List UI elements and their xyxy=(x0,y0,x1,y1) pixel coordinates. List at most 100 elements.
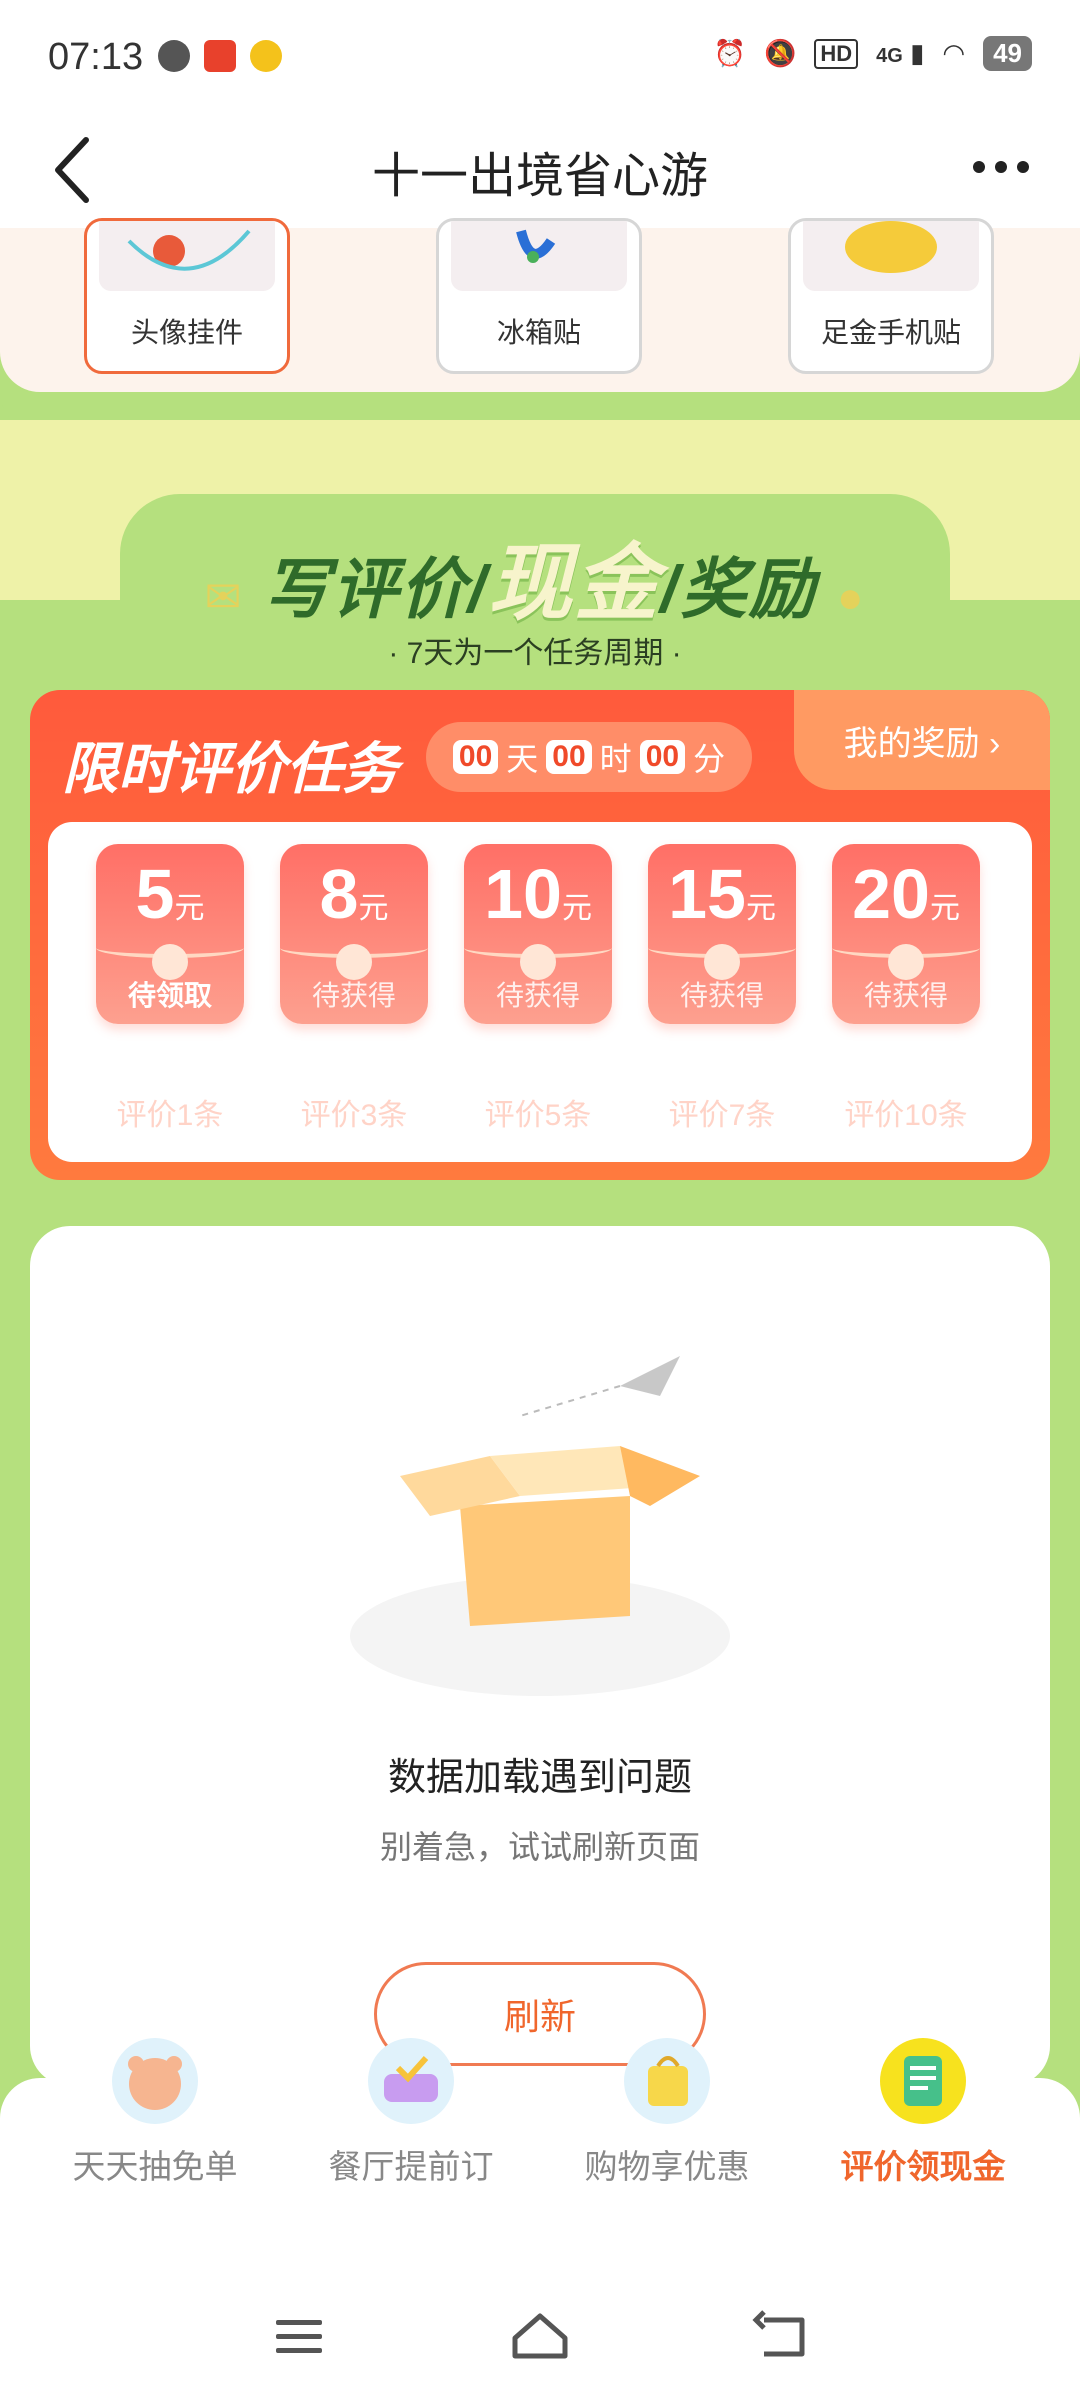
limited-review-task: 限时评价任务 00 天 00 时 00 分 我的奖励 › 5元 待领取 8元 待… xyxy=(30,690,1050,1180)
reward-tier-3[interactable]: 10元 待获得 xyxy=(464,844,612,1024)
empty-state-title: 数据加载遇到问题 xyxy=(387,1757,692,1799)
reward-requirement: 评价5条 xyxy=(484,1099,592,1132)
nav-bar: 十一出境省心游 xyxy=(0,112,1080,228)
network-type: 4G xyxy=(876,45,903,67)
reward-state: 待获得 xyxy=(863,980,948,1011)
bear-icon xyxy=(112,2038,198,2124)
countdown-minutes: 00 xyxy=(639,740,686,774)
envelope-icon: ✉ xyxy=(204,573,244,622)
reward-amount: 5元 xyxy=(96,854,244,934)
countdown-minutes-unit: 分 xyxy=(693,741,726,777)
more-dot-icon xyxy=(1017,161,1029,173)
reward-state: 待获得 xyxy=(311,980,396,1011)
reward-tier-1[interactable]: 5元 待领取 xyxy=(96,844,244,1024)
empty-state-card: 数据加载遇到问题 别着急，试试刷新页面 刷新 xyxy=(30,1226,1050,2086)
countdown-days-unit: 天 xyxy=(506,741,539,777)
shopping-bag-icon xyxy=(624,2038,710,2124)
reward-unit: 元 xyxy=(929,892,960,925)
avatar-pendant-icon xyxy=(127,229,251,271)
sofa-icon xyxy=(368,2038,454,2124)
banner-title-part2: 奖励 xyxy=(680,552,817,626)
tab-label: 评价领现金 xyxy=(840,2148,1006,2185)
menu-button[interactable] xyxy=(264,2306,334,2366)
prize-card-avatar-pendant[interactable]: 头像挂件 xyxy=(84,218,290,374)
reward-amount-value: 20 xyxy=(852,855,930,933)
countdown-hours-unit: 时 xyxy=(599,741,632,777)
system-status-icons: ⏰ 🔕 HD 4G ▮ ◠ 49 xyxy=(714,36,1032,71)
home-button[interactable] xyxy=(505,2306,575,2366)
prize-strip: 头像挂件 冰箱贴 足金手机贴 xyxy=(0,218,1080,392)
hamburger-icon xyxy=(276,2320,322,2353)
tab-daily-free-draw[interactable]: 天天抽免单 xyxy=(20,2038,290,2278)
countdown-timer: 00 天 00 时 00 分 xyxy=(426,722,752,792)
fridge-magnet-icon xyxy=(516,229,556,263)
system-navigation-bar xyxy=(0,2278,1080,2400)
reward-unit: 元 xyxy=(745,892,776,925)
tab-restaurant-booking[interactable]: 餐厅提前订 xyxy=(276,2038,546,2278)
hd-icon: HD xyxy=(814,38,859,69)
reward-requirement: 评价1条 xyxy=(116,1099,224,1132)
empty-box-illustration xyxy=(340,1346,760,1706)
reward-state: 待获得 xyxy=(495,980,580,1011)
status-time: 07:13 xyxy=(48,36,144,78)
back-nav-button[interactable] xyxy=(746,2306,816,2366)
notepad-icon xyxy=(880,2038,966,2124)
reward-tier-2[interactable]: 8元 待获得 xyxy=(280,844,428,1024)
reward-requirement: 评价3条 xyxy=(300,1099,408,1132)
more-dot-icon xyxy=(995,161,1007,173)
reward-amount-value: 8 xyxy=(319,855,359,933)
reward-amount: 8元 xyxy=(280,854,428,934)
prize-card-gold-phone-sticker[interactable]: 足金手机贴 xyxy=(788,218,994,374)
more-button[interactable] xyxy=(966,142,1036,192)
prize-label: 冰箱贴 xyxy=(496,317,581,348)
reward-state: 待获得 xyxy=(679,980,764,1011)
my-reward-button[interactable]: 我的奖励 › xyxy=(794,690,1050,790)
banner-subtitle: · 7天为一个任务周期 · xyxy=(388,637,682,670)
message-icon xyxy=(158,40,190,72)
signal-icon: 4G ▮ xyxy=(876,38,925,68)
countdown-days: 00 xyxy=(452,740,499,774)
countdown-hours: 00 xyxy=(546,740,592,774)
reward-amount-value: 5 xyxy=(135,855,175,933)
reward-amount-value: 10 xyxy=(484,855,562,933)
tab-label: 天天抽免单 xyxy=(72,2148,238,2185)
empty-state-subtitle: 别着急，试试刷新页面 xyxy=(379,1829,700,1865)
reward-unit: 元 xyxy=(358,892,389,925)
reward-tier-4[interactable]: 15元 待获得 xyxy=(648,844,796,1024)
alarm-icon: ⏰ xyxy=(713,38,747,68)
tab-shopping-discount[interactable]: 购物享优惠 xyxy=(532,2038,802,2278)
banner-title-highlight: 现金 xyxy=(488,536,661,630)
tab-label: 购物享优惠 xyxy=(584,2148,750,2185)
banner-title: ✉ 写评价/现金/奖励 ● xyxy=(204,536,866,630)
reward-amount-value: 15 xyxy=(668,855,746,933)
wifi-icon: ◠ xyxy=(942,38,966,68)
prize-card-fridge-magnet[interactable]: 冰箱贴 xyxy=(436,218,642,374)
coin-icon xyxy=(250,40,282,72)
banner-title-part1: 写评价 xyxy=(263,552,468,626)
coin-icon: ● xyxy=(836,573,866,622)
reward-tier-5[interactable]: 20元 待获得 xyxy=(832,844,980,1024)
reward-unit: 元 xyxy=(561,892,592,925)
page-title: 十一出境省心游 xyxy=(371,150,708,203)
mute-icon: 🔕 xyxy=(764,38,797,68)
prize-label: 足金手机贴 xyxy=(820,317,961,348)
reward-requirement: 评价7条 xyxy=(668,1099,776,1132)
prize-thumbnail xyxy=(99,221,275,291)
tab-review-cash[interactable]: 评价领现金 xyxy=(788,2038,1058,2278)
reward-state: 待领取 xyxy=(127,980,212,1011)
reward-amount: 20元 xyxy=(832,854,980,934)
battery-icon: 49 xyxy=(983,36,1032,71)
bottom-tab-bar: 天天抽免单 餐厅提前订 购物享优惠 评价领现金 xyxy=(0,2038,1080,2278)
reward-requirement: 评价10条 xyxy=(844,1099,968,1132)
review-cash-banner: ✉ 写评价/现金/奖励 ● · 7天为一个任务周期 · xyxy=(120,494,950,674)
reward-unit: 元 xyxy=(174,892,205,925)
status-bar: 07:13 ⏰ 🔕 HD 4G ▮ ◠ 49 xyxy=(0,0,1080,112)
reward-amount: 15元 xyxy=(648,854,796,934)
prize-thumbnail xyxy=(451,221,627,291)
more-dot-icon xyxy=(973,161,985,173)
prize-thumbnail xyxy=(803,221,979,291)
reward-ladder: 5元 待领取 8元 待获得 10元 待获得 15元 待获得 20元 待获得 评价… xyxy=(48,822,1032,1162)
reward-amount: 10元 xyxy=(464,854,612,934)
taobao-icon xyxy=(204,40,236,72)
prize-label: 头像挂件 xyxy=(130,317,243,348)
